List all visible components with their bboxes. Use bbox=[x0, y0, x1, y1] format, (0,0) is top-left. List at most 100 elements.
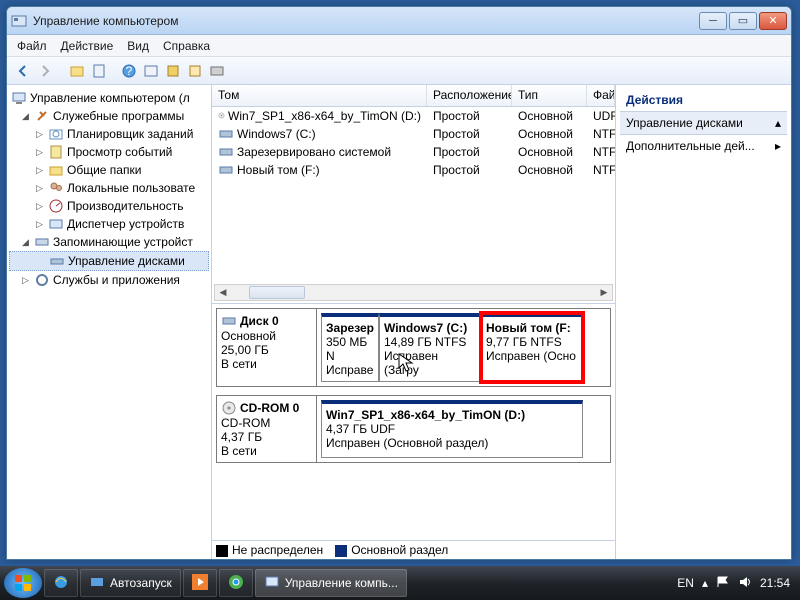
up-button[interactable] bbox=[67, 61, 87, 81]
services-icon bbox=[34, 272, 50, 288]
col-fs[interactable]: Фай bbox=[587, 85, 615, 106]
tray-chevron-icon[interactable]: ▴ bbox=[702, 576, 708, 590]
flag-icon[interactable] bbox=[716, 575, 730, 592]
cdrom-0[interactable]: CD-ROM 0 CD-ROM 4,37 ГБ В сети Win7_SP1_… bbox=[216, 395, 611, 463]
event-icon bbox=[48, 144, 64, 160]
scroll-left-icon[interactable]: ◀ bbox=[215, 285, 231, 300]
tools-icon bbox=[34, 108, 50, 124]
system-tray[interactable]: EN ▴ 21:54 bbox=[671, 575, 796, 592]
menu-action[interactable]: Действие bbox=[61, 39, 114, 53]
menubar: Файл Действие Вид Справка bbox=[7, 35, 791, 57]
expand-icon[interactable]: ▷ bbox=[34, 165, 45, 176]
minimize-button[interactable]: ─ bbox=[699, 12, 727, 30]
taskbar[interactable]: Автозапуск Управление компь... EN ▴ 21:5… bbox=[0, 566, 800, 600]
expand-icon[interactable]: ▷ bbox=[34, 147, 45, 158]
col-type[interactable]: Тип bbox=[512, 85, 587, 106]
collapse-icon: ▴ bbox=[775, 116, 781, 130]
help-button[interactable]: ? bbox=[119, 61, 139, 81]
folder-icon bbox=[48, 162, 64, 178]
close-button[interactable]: ✕ bbox=[759, 12, 787, 30]
volume-row[interactable]: Windows7 (C:)ПростойОсновнойNTF bbox=[212, 125, 615, 143]
scroll-right-icon[interactable]: ▶ bbox=[596, 285, 612, 300]
hdd-icon bbox=[221, 313, 237, 329]
menu-file[interactable]: Файл bbox=[17, 39, 47, 53]
back-button[interactable] bbox=[13, 61, 33, 81]
tree-item[interactable]: ▷Производительность bbox=[9, 197, 209, 215]
list-header[interactable]: Том Расположение Тип Фай bbox=[212, 85, 615, 107]
compmgmt-icon bbox=[264, 574, 280, 593]
horizontal-scrollbar[interactable]: ◀ ▶ bbox=[214, 284, 613, 301]
task-wmp[interactable] bbox=[183, 569, 217, 597]
device-icon bbox=[48, 216, 64, 232]
expand-icon[interactable]: ▷ bbox=[34, 201, 45, 212]
disk-graphical-view[interactable]: Диск 0 Основной 25,00 ГБ В сети Зарезер … bbox=[212, 303, 615, 540]
clock-icon bbox=[48, 126, 64, 142]
disk-0[interactable]: Диск 0 Основной 25,00 ГБ В сети Зарезер … bbox=[216, 308, 611, 387]
tree-item[interactable]: ▷Общие папки bbox=[9, 161, 209, 179]
start-button[interactable] bbox=[4, 568, 42, 598]
tree-disk-management[interactable]: Управление дисками bbox=[9, 251, 209, 271]
actions-pane: Действия Управление дисками ▴ Дополнител… bbox=[616, 85, 791, 559]
titlebar[interactable]: Управление компьютером ─ ▭ ✕ bbox=[7, 7, 791, 35]
maximize-button[interactable]: ▭ bbox=[729, 12, 757, 30]
scroll-thumb[interactable] bbox=[249, 286, 305, 299]
tool-button-1[interactable] bbox=[163, 61, 183, 81]
tool-button-3[interactable] bbox=[207, 61, 227, 81]
clock[interactable]: 21:54 bbox=[760, 576, 790, 590]
partition-f[interactable]: Новый том (F: 9,77 ГБ NTFS Исправен (Осн… bbox=[481, 313, 583, 382]
partition-d[interactable]: Win7_SP1_x86-x64_by_TimON (D:) 4,37 ГБ U… bbox=[321, 400, 583, 458]
actions-more[interactable]: Дополнительные дей... ▸ bbox=[620, 135, 787, 157]
app-icon bbox=[11, 13, 27, 29]
main-pane: Том Расположение Тип Фай Win7_SP1_x86-x6… bbox=[212, 85, 616, 559]
forward-button[interactable] bbox=[35, 61, 55, 81]
cd-icon bbox=[218, 108, 225, 124]
refresh-button[interactable] bbox=[141, 61, 161, 81]
expand-icon[interactable]: ▷ bbox=[20, 275, 31, 286]
actions-disk-management[interactable]: Управление дисками ▴ bbox=[620, 111, 787, 135]
volume-icon[interactable] bbox=[738, 575, 752, 592]
partition-reserved[interactable]: Зарезер 350 МБ N Исправе bbox=[321, 313, 379, 382]
task-ie[interactable] bbox=[44, 569, 78, 597]
col-volume[interactable]: Том bbox=[212, 85, 427, 106]
tree-storage[interactable]: ◢ Запоминающие устройст bbox=[9, 233, 209, 251]
computer-icon bbox=[11, 90, 27, 106]
disk-mgmt-icon bbox=[49, 253, 65, 269]
disk-0-info: Диск 0 Основной 25,00 ГБ В сети bbox=[217, 309, 317, 386]
expand-icon[interactable]: ▷ bbox=[34, 219, 45, 230]
tree-item[interactable]: ▷Планировщик заданий bbox=[9, 125, 209, 143]
partition-c[interactable]: Windows7 (C:) 14,89 ГБ NTFS Исправен (За… bbox=[379, 313, 481, 382]
col-layout[interactable]: Расположение bbox=[427, 85, 512, 106]
toolbar: ? bbox=[7, 57, 791, 85]
storage-icon bbox=[34, 234, 50, 250]
volume-row[interactable]: Новый том (F:)ПростойОсновнойNTF bbox=[212, 161, 615, 179]
collapse-icon[interactable]: ◢ bbox=[20, 111, 31, 122]
expand-icon[interactable]: ▷ bbox=[34, 183, 45, 194]
properties-button[interactable] bbox=[89, 61, 109, 81]
tree-item[interactable]: ▷Диспетчер устройств bbox=[9, 215, 209, 233]
svg-text:?: ? bbox=[126, 64, 133, 78]
tool-button-2[interactable] bbox=[185, 61, 205, 81]
task-autorun[interactable]: Автозапуск bbox=[80, 569, 181, 597]
menu-help[interactable]: Справка bbox=[163, 39, 210, 53]
legend-unallocated-swatch bbox=[216, 545, 228, 557]
volume-row[interactable]: Win7_SP1_x86-x64_by_TimON (D:)ПростойОсн… bbox=[212, 107, 615, 125]
expand-icon[interactable]: ▷ bbox=[34, 129, 45, 140]
tree-item[interactable]: ▷Локальные пользовате bbox=[9, 179, 209, 197]
tree-root[interactable]: Управление компьютером (л bbox=[9, 89, 209, 107]
task-chrome[interactable] bbox=[219, 569, 253, 597]
window-title: Управление компьютером bbox=[27, 14, 699, 28]
volume-list[interactable]: Том Расположение Тип Фай Win7_SP1_x86-x6… bbox=[212, 85, 615, 303]
navigation-tree[interactable]: Управление компьютером (л ◢ Служебные пр… bbox=[7, 85, 212, 559]
menu-view[interactable]: Вид bbox=[127, 39, 149, 53]
users-icon bbox=[48, 180, 64, 196]
perf-icon bbox=[48, 198, 64, 214]
tree-system-tools[interactable]: ◢ Служебные программы bbox=[9, 107, 209, 125]
task-compmgmt[interactable]: Управление компь... bbox=[255, 569, 407, 597]
tree-item[interactable]: ▷Просмотр событий bbox=[9, 143, 209, 161]
volume-row[interactable]: Зарезервировано системойПростойОсновнойN… bbox=[212, 143, 615, 161]
wmp-icon bbox=[192, 574, 208, 593]
tree-services[interactable]: ▷ Службы и приложения bbox=[9, 271, 209, 289]
language-indicator[interactable]: EN bbox=[677, 576, 694, 590]
collapse-icon[interactable]: ◢ bbox=[20, 237, 31, 248]
actions-title: Действия bbox=[620, 89, 787, 111]
